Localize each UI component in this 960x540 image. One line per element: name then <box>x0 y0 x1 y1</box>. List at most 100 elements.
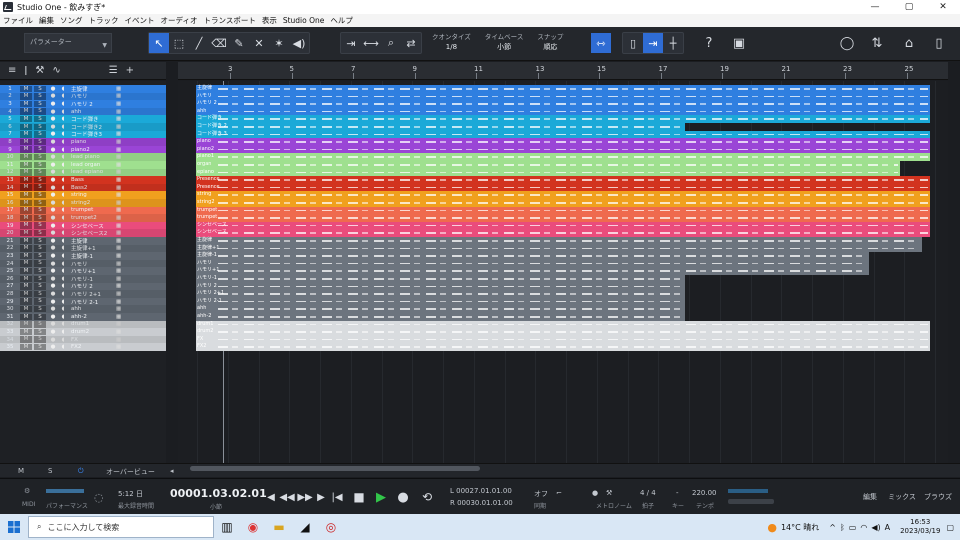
track-mute-button[interactable]: M <box>20 328 32 336</box>
track-name[interactable]: Bass2 <box>68 185 116 191</box>
timeline-ruler[interactable]: 3 5 7 9 11 13 15 17 19 21 23 25 <box>178 62 948 80</box>
clip-event[interactable]: コード弾き 2 <box>196 123 685 131</box>
track-solo-button[interactable]: S <box>34 313 46 320</box>
clip-event[interactable]: Presence <box>196 176 930 184</box>
monitor-icon[interactable]: ◖ <box>58 276 68 282</box>
track-name[interactable]: trumpet <box>68 207 116 213</box>
track-mute-button[interactable]: M <box>20 260 32 267</box>
menu-transport[interactable]: トランスポート <box>203 15 255 26</box>
record-arm-icon[interactable]: ● <box>48 238 58 244</box>
quantize-select[interactable]: クオンタイズ 1/8 <box>432 32 471 56</box>
track-mute-button[interactable]: M <box>20 343 32 351</box>
arrow-tool-icon[interactable]: ↖ <box>149 33 169 53</box>
track-solo-button[interactable]: S <box>34 184 46 191</box>
rewind-start-icon[interactable]: ◀ <box>264 490 278 504</box>
taskbar-search[interactable]: ⌕ ここに入力して検索 <box>28 516 214 538</box>
instrument-icon[interactable]: ▦ <box>116 230 126 236</box>
track-name[interactable]: lead piano <box>68 154 116 160</box>
track-solo-button[interactable]: S <box>34 336 46 343</box>
record-arm-icon[interactable]: ● <box>48 162 58 168</box>
monitor-icon[interactable]: ◖ <box>58 268 68 274</box>
automation-icon[interactable]: ∿ <box>52 65 60 76</box>
menu-audio[interactable]: オーディオ <box>161 15 198 26</box>
clip-event[interactable]: コード弾き 3 <box>196 130 930 139</box>
clip-event[interactable]: epiano <box>196 168 900 177</box>
clip-event[interactable]: ハモリ 2 <box>196 100 930 108</box>
menu-file[interactable]: ファイル <box>3 15 33 26</box>
instrument-icon[interactable]: ▦ <box>116 306 126 312</box>
record-arm-icon[interactable]: ● <box>48 169 58 175</box>
record-arm-icon[interactable]: ● <box>48 177 58 183</box>
record-arm-icon[interactable]: ● <box>48 109 58 115</box>
record-arm-icon[interactable]: ● <box>48 337 58 343</box>
clip-event[interactable]: FX2 <box>196 343 930 351</box>
monitor-icon[interactable]: ◖ <box>58 109 68 115</box>
track-solo-button[interactable]: S <box>34 146 46 153</box>
volume-icon[interactable]: ◀) <box>871 523 880 532</box>
track-solo-button[interactable]: S <box>34 131 46 138</box>
track-solo-button[interactable]: S <box>34 207 46 214</box>
play-icon[interactable]: ▶ <box>374 490 388 505</box>
monitor-icon[interactable]: ◖ <box>58 306 68 312</box>
insert-icon[interactable]: ▯ <box>623 33 643 53</box>
track-header-row[interactable]: 15 M S ● ◖ string ▦ <box>0 191 166 199</box>
user-icon[interactable]: ◯ <box>836 33 858 53</box>
clip-event[interactable]: drum1 <box>196 320 930 329</box>
track-header-row[interactable]: 14 M S ● ◖ Bass2 ▦ <box>0 183 166 192</box>
clip-event[interactable]: ハモリ 2 <box>196 282 685 291</box>
track-name[interactable]: FX <box>68 337 116 343</box>
track-mute-button[interactable]: M <box>20 123 32 130</box>
track-header-row[interactable]: 8 M S ● ◖ piano ▦ <box>0 138 166 146</box>
record-arm-icon[interactable]: ● <box>48 253 58 259</box>
instrument-icon[interactable]: ▦ <box>116 223 126 229</box>
instrument-icon[interactable]: ▦ <box>116 154 126 160</box>
record-arm-icon[interactable]: ● <box>48 299 58 305</box>
transfer-icon[interactable]: ⇅ <box>866 33 888 53</box>
monitor-icon[interactable]: ◖ <box>58 169 68 175</box>
track-solo-button[interactable]: S <box>34 328 46 336</box>
loop-start[interactable]: L 00027.01.01.00 <box>450 487 512 495</box>
track-mute-button[interactable]: M <box>20 161 32 168</box>
snap-toggle-icon[interactable]: ⇿ <box>591 33 611 53</box>
add-track-icon[interactable]: + <box>126 65 134 76</box>
notification-icon[interactable]: ▢ <box>946 523 954 532</box>
clip-event[interactable]: ahh <box>196 107 930 116</box>
mute-tool-icon[interactable]: ✕ <box>249 33 269 53</box>
tempo-value[interactable]: 220.00 <box>692 489 717 497</box>
instrument-icon[interactable]: ▦ <box>116 162 126 168</box>
record-arm-icon[interactable]: ● <box>48 329 58 335</box>
record-arm-icon[interactable]: ● <box>48 101 58 107</box>
monitor-icon[interactable]: ◖ <box>58 223 68 229</box>
track-solo-button[interactable]: S <box>34 237 46 244</box>
track-solo-button[interactable]: S <box>34 138 46 146</box>
instrument-icon[interactable]: ▦ <box>116 238 126 244</box>
record-arm-icon[interactable]: ● <box>48 230 58 236</box>
instrument-icon[interactable]: ▦ <box>116 329 126 335</box>
recorder-taskbar-icon[interactable]: ◎ <box>318 514 344 540</box>
clip-event[interactable]: 主旋律+1 <box>196 244 922 253</box>
instrument-icon[interactable]: ▦ <box>116 169 126 175</box>
task-view-icon[interactable]: ▥ <box>214 514 240 540</box>
clip-event[interactable]: 主旋律-1 <box>196 252 869 260</box>
track-mute-button[interactable]: M <box>20 321 32 328</box>
monitor-icon[interactable]: ◖ <box>58 116 68 122</box>
bluetooth-icon[interactable]: ᛒ <box>840 523 845 532</box>
monitor-icon[interactable]: ◖ <box>58 253 68 259</box>
record-arm-icon[interactable]: ● <box>48 139 58 145</box>
clip-event[interactable]: ハモリ <box>196 92 930 101</box>
track-header-row[interactable]: 13 M S ● ◖ Bass ▦ <box>0 176 166 184</box>
loop-end[interactable]: R 00030.01.01.00 <box>450 499 513 507</box>
monitor-icon[interactable]: ◖ <box>58 291 68 297</box>
track-solo-button[interactable]: S <box>34 214 46 222</box>
track-name[interactable]: drum2 <box>68 329 116 335</box>
monitor-icon[interactable]: ◖ <box>58 230 68 236</box>
track-solo-button[interactable]: S <box>34 290 46 298</box>
menu-view[interactable]: 表示 <box>262 15 277 26</box>
battery-tray-icon[interactable]: ▭ <box>849 523 857 532</box>
record-arm-icon[interactable]: ● <box>48 306 58 312</box>
track-mute-button[interactable]: M <box>20 290 32 298</box>
monitor-icon[interactable]: ◖ <box>58 321 68 327</box>
monitor-icon[interactable]: ◖ <box>58 192 68 198</box>
monitor-icon[interactable]: ◖ <box>58 101 68 107</box>
monitor-icon[interactable]: ◖ <box>58 86 68 92</box>
